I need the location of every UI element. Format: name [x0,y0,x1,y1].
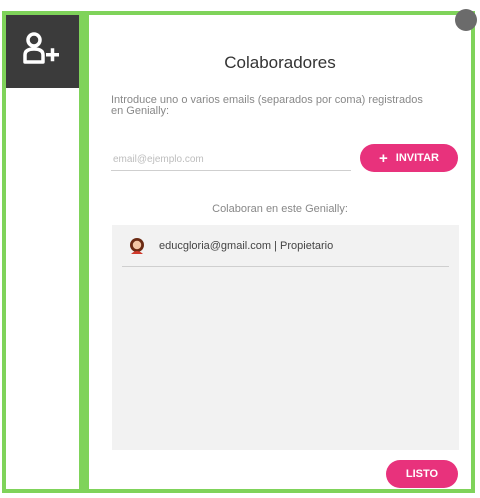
collaborator-text: educgloria@gmail.com | Propietario [159,240,334,252]
intro-text: Introduce uno o varios emails (separados… [111,94,423,117]
email-input[interactable] [111,148,351,171]
close-icon[interactable] [455,9,477,31]
app-frame: Colaboradores Introduce uno o varios ema… [2,9,477,493]
collaborators-list: educgloria@gmail.com | Propietario [112,225,459,450]
sidebar [6,15,79,88]
add-user-icon[interactable] [19,28,67,76]
collaborators-modal: Colaboradores Introduce uno o varios ema… [89,9,477,489]
invite-button[interactable]: + INVITAR [360,144,458,172]
panel-divider [79,15,89,489]
done-button[interactable]: LISTO [386,460,458,488]
collaborators-heading: Colaboran en este Genially: [212,203,348,215]
user-avatar-icon [128,237,146,255]
modal-title: Colaboradores [224,53,336,72]
invite-button-label: INVITAR [395,152,439,164]
collaborator-item: educgloria@gmail.com | Propietario [122,237,449,267]
plus-icon: + [379,149,388,167]
